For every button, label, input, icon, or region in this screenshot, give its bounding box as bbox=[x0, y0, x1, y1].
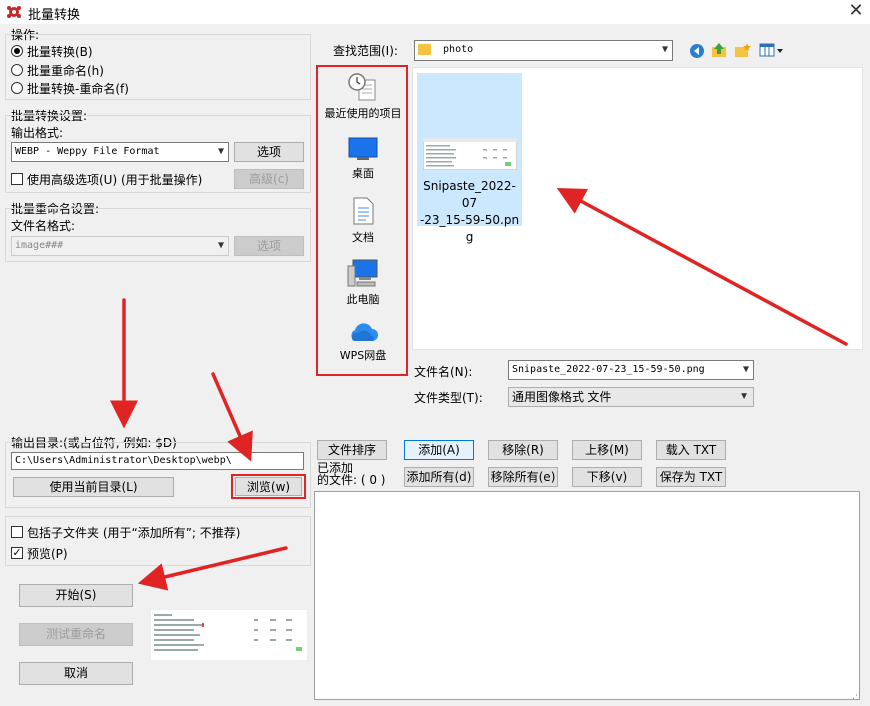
arrow-to-start bbox=[137, 546, 288, 591]
arrow-to-file bbox=[556, 188, 848, 346]
annotation-arrows bbox=[110, 188, 848, 591]
arrow-to-browse bbox=[211, 372, 253, 462]
